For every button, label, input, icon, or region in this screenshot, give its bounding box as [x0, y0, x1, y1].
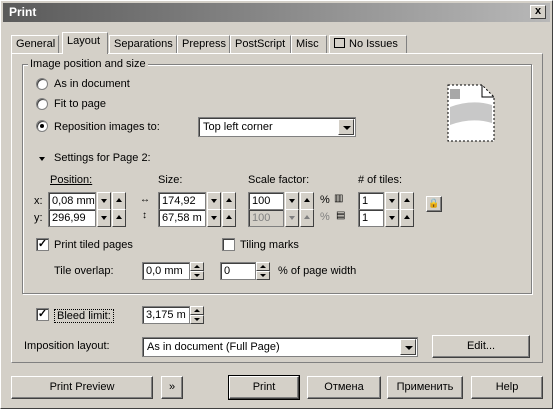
tab-separations[interactable]: Separations	[109, 35, 177, 53]
title-bar: Print x	[3, 3, 550, 22]
radio-fit-to-page[interactable]	[36, 98, 48, 110]
scale-y-field: 100	[248, 209, 284, 227]
reposition-select-value: Top left corner	[203, 121, 273, 133]
scale-x-up-button[interactable]	[300, 192, 314, 210]
tab-misc[interactable]: Misc	[291, 35, 327, 53]
issues-icon	[334, 38, 345, 48]
size-height-down-button[interactable]	[207, 209, 221, 227]
tab-no-issues-label: No Issues	[349, 38, 398, 50]
tiles-x-down-button[interactable]	[385, 192, 399, 210]
settings-toggle[interactable]	[36, 151, 49, 165]
size-height-field[interactable]: 67,58 m	[158, 209, 206, 227]
overlap-percent-field[interactable]: 0	[220, 262, 256, 280]
tiles-x-up-button[interactable]	[400, 192, 414, 210]
page-preview-icon	[447, 84, 495, 142]
reposition-select[interactable]: Top left corner	[198, 117, 356, 137]
help-button[interactable]: Help	[471, 376, 543, 399]
overlap-percent-label: % of page width	[278, 265, 357, 277]
size-label: Size:	[158, 174, 183, 186]
tile-overlap-field[interactable]: 0,0 mm	[142, 262, 190, 280]
dialog-title: Print	[9, 5, 37, 19]
close-button[interactable]: x	[530, 5, 546, 19]
bleed-limit-spinner[interactable]	[190, 306, 204, 324]
cancel-button[interactable]: Отмена	[307, 376, 381, 399]
size-height-up-button[interactable]	[222, 209, 236, 227]
lock-button[interactable]: 🔒	[426, 196, 442, 212]
position-x-down-button[interactable]	[97, 192, 111, 210]
position-y-field[interactable]: 296,99	[48, 209, 96, 227]
position-label: Position:	[50, 174, 93, 186]
expand-button[interactable]: »	[161, 376, 183, 399]
chevron-down-icon	[400, 339, 416, 355]
bleed-limit-field[interactable]: 3,175 m	[142, 306, 190, 324]
height-arrow-icon: ↕	[142, 210, 147, 221]
settings-for-page-label: Settings for Page 2:	[54, 152, 151, 164]
tiling-marks-checkbox[interactable]	[222, 238, 235, 251]
overlap-percent-spinner[interactable]	[256, 262, 270, 280]
imposition-layout-select[interactable]: As in document (Full Page)	[142, 337, 418, 357]
edit-imposition-button[interactable]: Edit...	[432, 335, 530, 358]
x-label: x:	[34, 195, 43, 207]
position-x-field[interactable]: 0,08 mm	[48, 192, 96, 210]
radio-as-in-document-label: As in document	[54, 78, 130, 90]
scale-y-percent: %	[320, 211, 330, 223]
imposition-layout-label: Imposition layout:	[24, 340, 110, 352]
tiling-marks-label: Tiling marks	[240, 239, 299, 251]
tiles-y-field[interactable]: 1	[358, 209, 384, 227]
radio-reposition-images-label: Reposition images to:	[54, 121, 160, 133]
print-tiled-label: Print tiled pages	[54, 239, 133, 251]
position-y-down-button[interactable]	[97, 209, 111, 227]
position-x-up-button[interactable]	[112, 192, 126, 210]
tiles-vertical-icon: ▤	[336, 210, 346, 221]
tab-layout[interactable]: Layout	[62, 32, 108, 54]
tiles-horizontal-icon: ▥	[334, 193, 344, 204]
bleed-limit-label: Bleed limit:	[54, 309, 114, 323]
tab-prepress[interactable]: Prepress	[177, 35, 230, 53]
double-chevron-icon: »	[168, 381, 176, 393]
tab-postscript[interactable]: PostScript	[230, 35, 291, 53]
radio-fit-to-page-label: Fit to page	[54, 98, 106, 110]
chevron-down-icon	[338, 119, 354, 135]
print-preview-button[interactable]: Print Preview	[11, 376, 153, 399]
scale-y-up-button	[300, 209, 314, 227]
tile-overlap-label: Tile overlap:	[54, 265, 114, 277]
tiles-label: # of tiles:	[358, 174, 403, 186]
scale-x-field[interactable]: 100	[248, 192, 284, 210]
scale-factor-label: Scale factor:	[248, 174, 310, 186]
tiles-y-up-button[interactable]	[400, 209, 414, 227]
y-label: y:	[34, 212, 43, 224]
tiles-y-down-button[interactable]	[385, 209, 399, 227]
close-icon: x	[534, 5, 542, 17]
size-width-up-button[interactable]	[222, 192, 236, 210]
print-button[interactable]: Print	[228, 375, 300, 400]
bleed-limit-checkbox[interactable]: ✓	[36, 308, 49, 321]
layout-panel: Image position and size As in document F…	[11, 53, 543, 363]
scale-y-down-button	[285, 209, 299, 227]
apply-button[interactable]: Применить	[387, 376, 463, 399]
image-position-group-label: Image position and size	[28, 58, 148, 70]
scale-x-percent: %	[320, 194, 330, 206]
radio-reposition-images[interactable]	[36, 120, 48, 132]
scale-x-down-button[interactable]	[285, 192, 299, 210]
tab-no-issues[interactable]: No Issues	[329, 35, 407, 53]
print-dialog: Print x General Layout Separations Prepr…	[0, 0, 553, 409]
lock-icon: 🔒	[428, 198, 440, 208]
imposition-layout-value: As in document (Full Page)	[147, 341, 280, 353]
radio-as-in-document[interactable]	[36, 78, 48, 90]
size-width-down-button[interactable]	[207, 192, 221, 210]
print-tiled-checkbox[interactable]: ✓	[36, 238, 49, 251]
width-arrow-icon: ↔	[140, 194, 150, 205]
tile-overlap-spinner[interactable]	[190, 262, 204, 280]
tab-general[interactable]: General	[11, 35, 59, 53]
size-width-field[interactable]: 174,92	[158, 192, 206, 210]
tiles-x-field[interactable]: 1	[358, 192, 384, 210]
position-y-up-button[interactable]	[112, 209, 126, 227]
